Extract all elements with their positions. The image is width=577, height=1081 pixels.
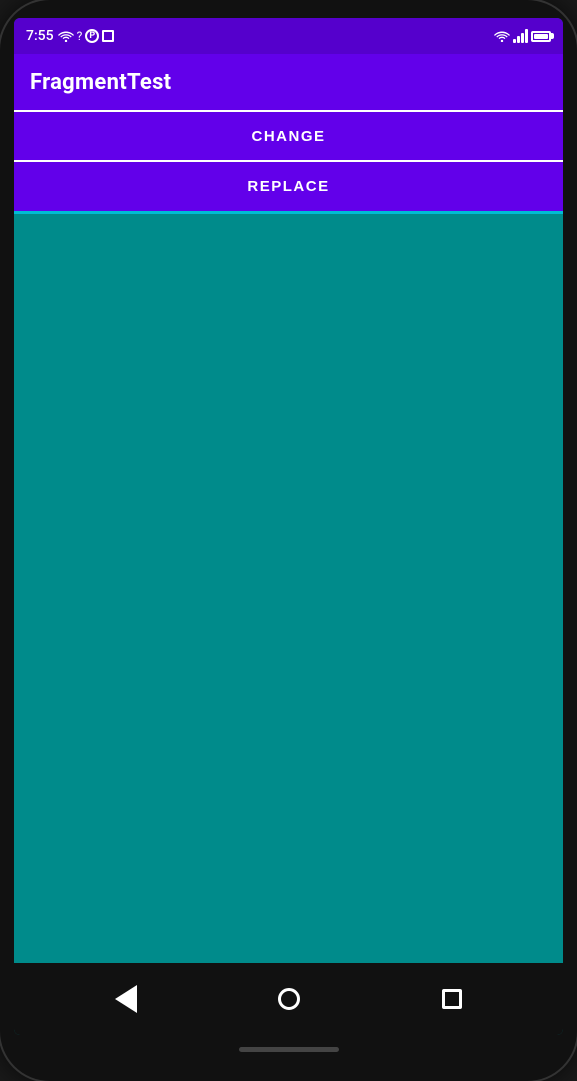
- replace-button[interactable]: REPLACE: [14, 162, 563, 214]
- app-title: FragmentTest: [30, 70, 171, 95]
- status-bar: 7:55 ? P: [14, 18, 563, 54]
- fragment-container: [14, 214, 563, 963]
- signal-bars-icon: [513, 29, 528, 43]
- recent-icon: [442, 989, 462, 1009]
- change-button[interactable]: CHANGE: [14, 110, 563, 162]
- question-icon: ?: [77, 29, 83, 43]
- status-icons-left: ? P: [58, 27, 115, 46]
- battery-icon: [531, 31, 551, 42]
- wifi-icon: [58, 27, 74, 46]
- status-icons-right: [494, 27, 551, 46]
- home-icon: [278, 988, 300, 1010]
- status-bar-left: 7:55 ? P: [26, 27, 114, 46]
- p-icon: P: [85, 29, 99, 43]
- home-button[interactable]: [264, 974, 314, 1024]
- phone-screen: 7:55 ? P: [14, 18, 563, 1035]
- phone-shell: 7:55 ? P: [0, 0, 577, 1081]
- storage-icon: [102, 30, 114, 42]
- status-time: 7:55: [26, 28, 54, 44]
- app-bar: FragmentTest: [14, 54, 563, 110]
- home-indicator: [239, 1047, 339, 1052]
- wifi-right-icon: [494, 27, 510, 46]
- phone-bottom: [14, 1035, 563, 1063]
- back-icon: [115, 985, 137, 1013]
- back-button[interactable]: [101, 974, 151, 1024]
- nav-bar: [14, 963, 563, 1035]
- recent-button[interactable]: [427, 974, 477, 1024]
